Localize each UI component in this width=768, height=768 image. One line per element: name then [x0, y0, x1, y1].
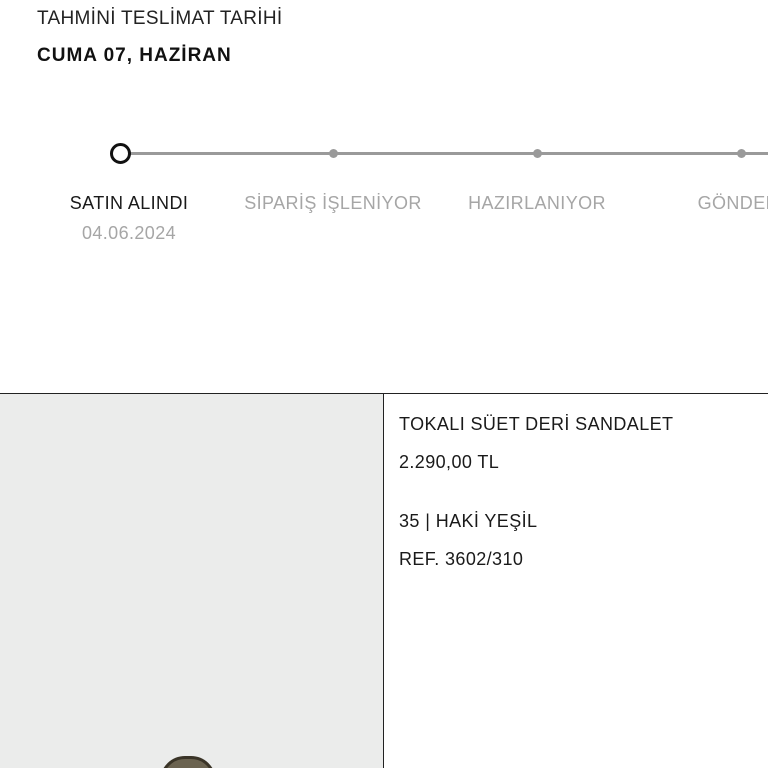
sandal-photo: [160, 756, 216, 768]
product-image[interactable]: [0, 394, 384, 768]
estimated-delivery-date: CUMA 07, HAZİRAN: [37, 45, 232, 66]
step-dot-shipped: [737, 149, 746, 158]
product-name[interactable]: TOKALI SÜET DERİ SANDALET: [399, 414, 673, 435]
step-dot-purchased: [110, 143, 131, 164]
progress-line: [120, 152, 768, 155]
order-item: TOKALI SÜET DERİ SANDALET 2.290,00 TL 35…: [0, 393, 768, 768]
estimated-delivery-label: TAHMİNİ TESLİMAT TARİHİ: [37, 8, 283, 29]
product-reference: REF. 3602/310: [399, 549, 524, 569]
product-price: 2.290,00 TL: [399, 452, 500, 472]
order-progress-tracker: SATIN ALINDI 04.06.2024 SİPARİŞ İŞLENİYO…: [0, 140, 768, 260]
step-label-shipped: GÖNDERİ: [697, 193, 768, 213]
step-label-purchased: SATIN ALINDI: [69, 193, 189, 213]
product-size-color: 35 | HAKİ YEŞİL: [399, 511, 538, 531]
order-tracking-page: TAHMİNİ TESLİMAT TARİHİ CUMA 07, HAZİRAN…: [0, 0, 768, 768]
step-label-processing: SİPARİŞ İŞLENİYOR: [244, 193, 422, 213]
step-dot-processing: [329, 149, 338, 158]
step-date-purchased: 04.06.2024: [81, 223, 177, 243]
step-label-preparing: HAZIRLANIYOR: [468, 193, 606, 213]
step-dot-preparing: [533, 149, 542, 158]
